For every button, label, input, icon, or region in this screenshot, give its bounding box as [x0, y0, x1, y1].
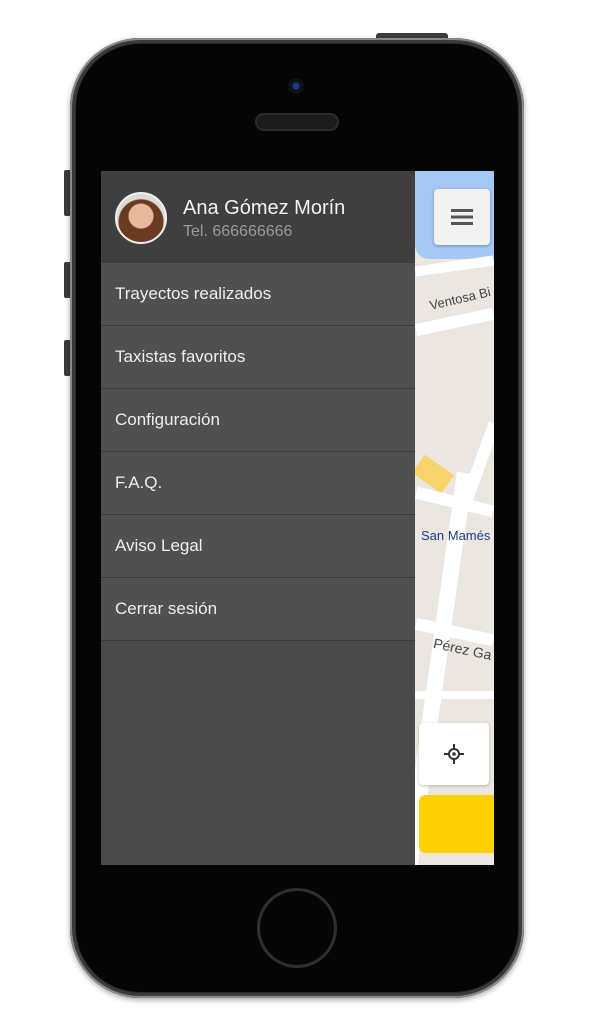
menu-item-favoritos[interactable]: Taxistas favoritos: [101, 326, 415, 389]
app-screen: Ventosa Bi San Mamés Pérez Ga Ana Gómez …: [101, 171, 494, 865]
map-road: [415, 691, 494, 699]
menu-item-configuracion[interactable]: Configuración: [101, 389, 415, 452]
map-place-label: San Mamés: [421, 528, 491, 543]
request-taxi-button[interactable]: [419, 795, 494, 853]
locate-me-button[interactable]: [419, 723, 489, 785]
hamburger-menu-icon: [451, 209, 473, 225]
front-camera: [288, 78, 304, 94]
menu-item-faq[interactable]: F.A.Q.: [101, 452, 415, 515]
crosshair-locate-icon: [444, 744, 464, 764]
menu-item-trayectos[interactable]: Trayectos realizados: [101, 263, 415, 326]
drawer-menu: Trayectos realizados Taxistas favoritos …: [101, 263, 415, 641]
map-view[interactable]: Ventosa Bi San Mamés Pérez Ga: [415, 171, 494, 865]
earpiece-speaker: [255, 113, 339, 131]
user-phone: Tel. 666666666: [183, 223, 293, 240]
navigation-drawer: Ana Gómez Morín Tel. 666666666 Trayectos…: [101, 171, 415, 865]
avatar[interactable]: [115, 192, 167, 244]
user-name: Ana Gómez Morín: [183, 197, 346, 219]
map-street-label: Ventosa Bi: [428, 284, 493, 313]
home-button: [257, 888, 337, 968]
menu-item-aviso-legal[interactable]: Aviso Legal: [101, 515, 415, 578]
drawer-header: Ana Gómez Morín Tel. 666666666: [101, 171, 415, 263]
hamburger-menu-button[interactable]: [434, 189, 490, 245]
menu-item-cerrar-sesion[interactable]: Cerrar sesión: [101, 578, 415, 641]
map-road: [415, 307, 494, 337]
